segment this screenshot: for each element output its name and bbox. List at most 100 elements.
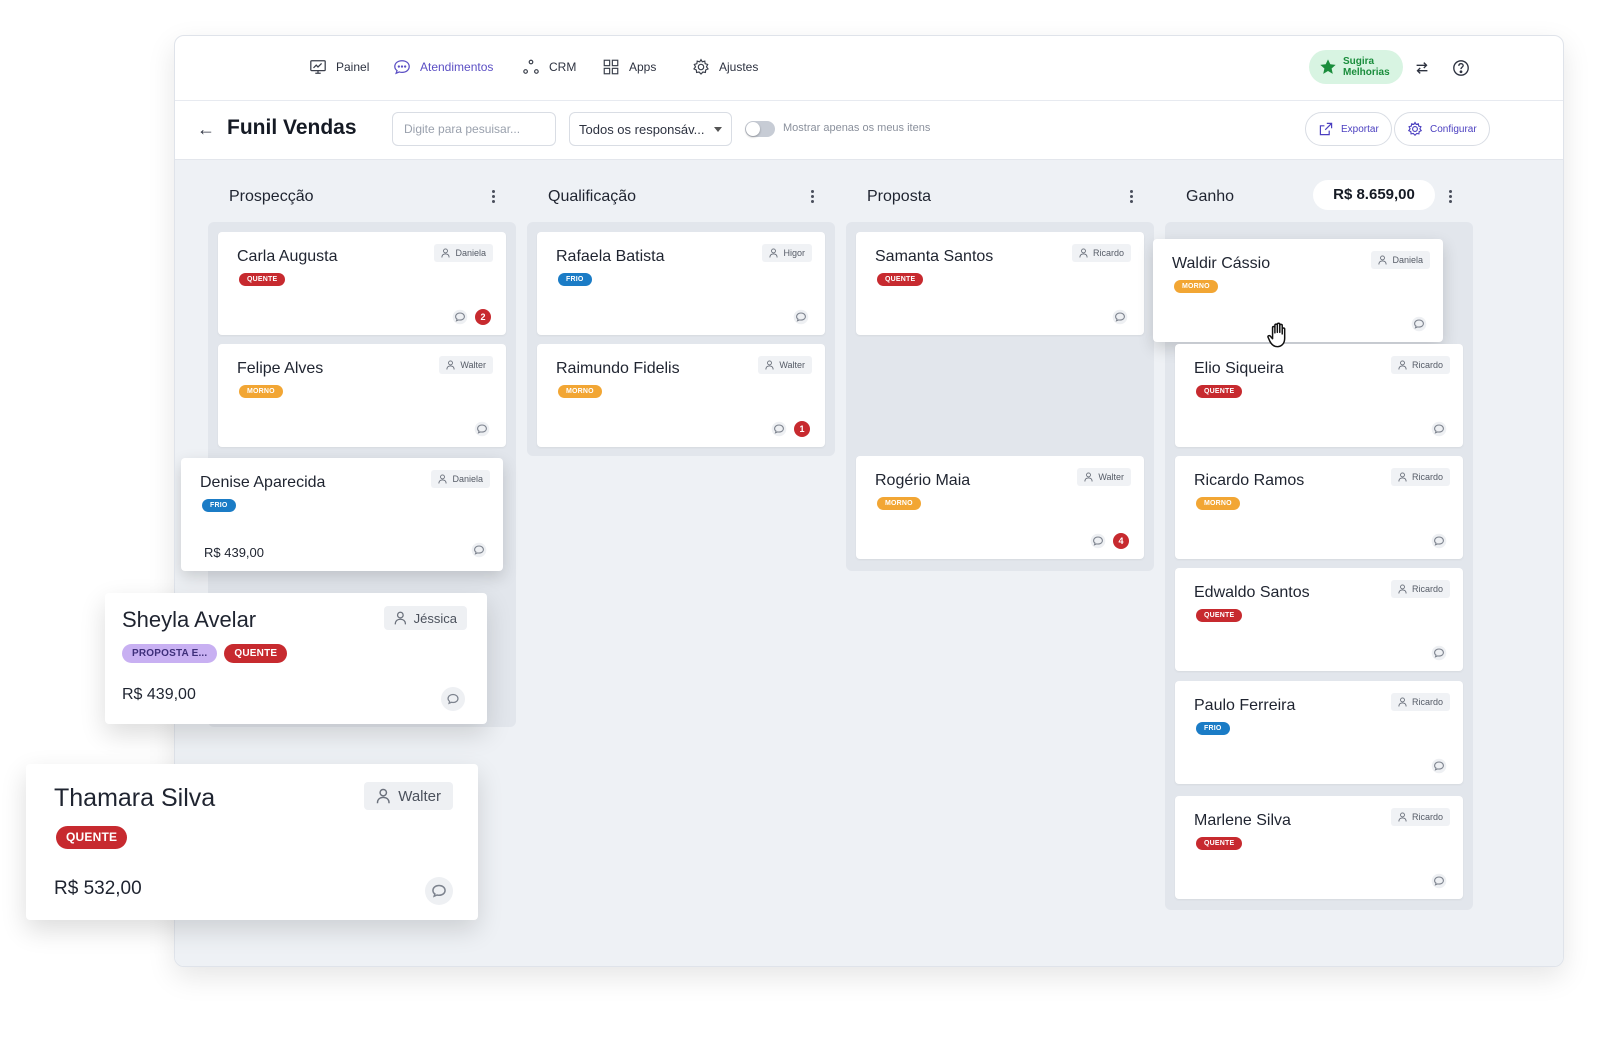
person-icon xyxy=(441,248,451,258)
deal-card[interactable]: Elio Siqueira Ricardo QUENTE xyxy=(1175,344,1463,447)
nav-apps[interactable]: Apps xyxy=(602,58,656,76)
temperature-tag: MORNO xyxy=(877,497,921,510)
configure-button[interactable]: Configurar xyxy=(1394,112,1490,146)
deal-card[interactable]: Paulo Ferreira Ricardo FRIO xyxy=(1175,681,1463,784)
owner-badge: Ricardo xyxy=(1390,693,1450,711)
comment-icon[interactable] xyxy=(1431,645,1447,661)
deal-name: Marlene Silva xyxy=(1194,812,1291,829)
owner-badge: Ricardo xyxy=(1390,356,1450,374)
temperature-tag: PROPOSTA E... xyxy=(122,644,218,663)
person-icon xyxy=(1084,472,1093,482)
comment-icon[interactable] xyxy=(474,421,490,437)
deal-value: R$ 439,00 xyxy=(204,545,264,560)
person-icon xyxy=(394,611,407,625)
deal-name: Elio Siqueira xyxy=(1194,360,1284,377)
column-menu-icon[interactable] xyxy=(811,190,815,203)
nav-ajustes-label: Ajustes xyxy=(719,60,759,74)
deal-name: Sheyla Avelar xyxy=(122,607,257,632)
comment-icon[interactable] xyxy=(441,687,465,711)
deal-card[interactable]: Carla Augusta Daniela QUENTE 2 xyxy=(218,232,506,335)
column-menu-icon[interactable] xyxy=(1449,190,1453,203)
owner-name: Walter xyxy=(460,360,486,370)
sugira-melhorias-button[interactable]: Sugira Melhorias xyxy=(1309,50,1403,84)
deal-name: Felipe Alves xyxy=(237,360,324,377)
deal-card[interactable]: Marlene Silva Ricardo QUENTE xyxy=(1175,796,1463,899)
column-title-qualificacao: Qualificação xyxy=(548,188,637,205)
comment-icon[interactable] xyxy=(1431,533,1447,549)
nav-painel[interactable]: Painel xyxy=(309,58,369,76)
temperature-tag: MORNO xyxy=(1174,280,1218,293)
column-menu-icon[interactable] xyxy=(1130,190,1134,203)
export-button[interactable]: Exportar xyxy=(1305,112,1392,146)
person-icon xyxy=(1398,584,1407,594)
person-icon xyxy=(1398,360,1407,370)
person-icon xyxy=(1378,255,1388,265)
back-arrow-icon[interactable]: ← xyxy=(197,119,215,140)
deal-card[interactable]: Waldir Cássio Daniela MORNO xyxy=(1153,239,1443,342)
deal-card[interactable]: Felipe Alves Walter MORNO xyxy=(218,344,506,447)
deal-card[interactable]: Samanta Santos Ricardo QUENTE xyxy=(856,232,1144,335)
temperature-tag: QUENTE xyxy=(56,826,128,849)
deal-card[interactable]: Rafaela Batista Higor FRIO xyxy=(537,232,825,335)
temperature-tag: QUENTE xyxy=(877,273,924,286)
person-icon xyxy=(1398,697,1407,707)
deal-card-dragging[interactable]: Thamara Silva Walter QUENTE R$ 532,00 xyxy=(26,764,478,920)
deal-card[interactable]: Raimundo Fidelis Walter MORNO 1 xyxy=(537,344,825,447)
column-title-ganho: Ganho xyxy=(1186,188,1235,205)
deal-card[interactable]: Edwaldo Santos Ricardo QUENTE xyxy=(1175,568,1463,671)
temperature-tag: QUENTE xyxy=(224,644,288,663)
owner-name: Daniela xyxy=(455,248,486,258)
deal-card[interactable]: Denise Aparecida Daniela FRIO R$ 439,00 xyxy=(181,458,503,571)
person-icon xyxy=(446,360,455,370)
switch-icon[interactable] xyxy=(1411,57,1433,79)
tag-list: MORNO xyxy=(239,385,283,398)
temperature-tag: FRIO xyxy=(1196,722,1230,735)
owner-badge: Ricardo xyxy=(1390,808,1450,826)
comment-icon[interactable] xyxy=(452,309,468,325)
owner-badge: Daniela xyxy=(1371,251,1430,269)
top-navigation: Painel Atendimentos CRM Apps Ajustes Sug… xyxy=(175,36,1563,101)
temperature-tag: QUENTE xyxy=(1196,837,1243,850)
comment-icon[interactable] xyxy=(1112,309,1128,325)
nav-crm[interactable]: CRM xyxy=(522,58,576,76)
comment-icon[interactable] xyxy=(1411,316,1427,332)
owner-badge: Daniela xyxy=(434,244,493,262)
comment-icon[interactable] xyxy=(1431,758,1447,774)
nav-atendimentos[interactable]: Atendimentos xyxy=(393,58,493,76)
deal-name: Denise Aparecida xyxy=(200,474,326,491)
tag-list: QUENTE xyxy=(56,826,128,849)
owner-name: Ricardo xyxy=(1411,584,1443,594)
board-toolbar: ← Funil Vendas Todos os responsáv... Mos… xyxy=(175,101,1563,160)
owner-name: Ricardo xyxy=(1411,697,1443,707)
comment-icon[interactable] xyxy=(1431,421,1447,437)
deal-card[interactable]: Ricardo Ramos Ricardo MORNO xyxy=(1175,456,1463,559)
temperature-tag: MORNO xyxy=(1196,497,1240,510)
responsavel-value: Todos os responsáv... xyxy=(579,121,705,137)
temperature-tag: FRIO xyxy=(202,499,236,512)
owner-badge: Ricardo xyxy=(1071,244,1131,262)
deal-card-dragging[interactable]: Sheyla Avelar Jéssica PROPOSTA E... QUENT… xyxy=(105,593,487,724)
owner-name: Walter xyxy=(779,360,805,370)
comment-icon[interactable] xyxy=(771,421,787,437)
responsavel-select[interactable]: Todos os responsáv... xyxy=(569,112,732,146)
search-input[interactable] xyxy=(392,112,556,146)
column-menu-icon[interactable] xyxy=(492,190,496,203)
comment-icon[interactable] xyxy=(471,542,487,558)
comment-count-badge: 4 xyxy=(1113,533,1129,549)
help-icon[interactable] xyxy=(1450,57,1472,79)
tag-list: QUENTE xyxy=(239,273,286,286)
comment-icon[interactable] xyxy=(793,309,809,325)
comment-icon[interactable] xyxy=(425,877,453,905)
sugira-line1: Sugira xyxy=(1343,56,1375,67)
owner-name: Walter xyxy=(398,787,441,805)
owner-name: Higor xyxy=(783,248,805,258)
nav-ajustes[interactable]: Ajustes xyxy=(692,58,758,76)
owner-badge: Walter xyxy=(758,356,812,374)
deal-card[interactable]: Rogério Maia Walter MORNO 4 xyxy=(856,456,1144,559)
tag-list: FRIO xyxy=(558,273,592,286)
tag-list: MORNO xyxy=(558,385,602,398)
comment-icon[interactable] xyxy=(1431,873,1447,889)
owner-name: Jéssica xyxy=(413,610,457,626)
my-items-toggle[interactable] xyxy=(745,121,775,137)
comment-icon[interactable] xyxy=(1090,533,1106,549)
